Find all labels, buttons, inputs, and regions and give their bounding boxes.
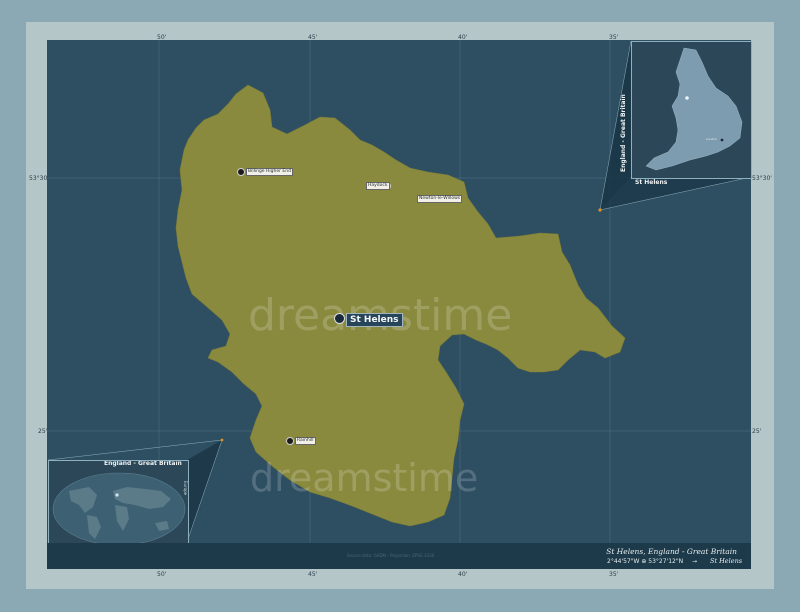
england-inset-region-label: St Helens bbox=[635, 179, 668, 186]
st-helens-location-marker bbox=[598, 208, 602, 212]
info-bar-title: St Helens, England - Great Britain bbox=[606, 547, 737, 556]
world-inset-map bbox=[52, 472, 186, 543]
town-label-rainhill: Rainhill bbox=[295, 437, 316, 445]
tick-bottom-4: 35' bbox=[609, 571, 619, 578]
main-town-dot bbox=[334, 313, 345, 324]
tick-top-2: 45' bbox=[308, 34, 318, 41]
town-label-haydock: Haydock bbox=[366, 182, 390, 190]
tick-bottom-3: 40' bbox=[458, 571, 468, 578]
tick-left-2: 25' bbox=[38, 428, 48, 435]
st-helens-region bbox=[175, 84, 626, 527]
town-label-newton: Newton-le-Willows bbox=[417, 195, 463, 203]
tick-top-4: 35' bbox=[609, 34, 619, 41]
info-bar: St Helens, England - Great Britain 2°44'… bbox=[47, 543, 751, 569]
world-inset: England - Great Britain Europe bbox=[48, 460, 189, 544]
tick-bottom-2: 45' bbox=[308, 571, 318, 578]
england-inset-city-label: London bbox=[706, 137, 717, 141]
town-dot-billinge bbox=[237, 168, 245, 176]
main-town-label: St Helens bbox=[346, 313, 403, 327]
england-inset: England - Great Britain St Helens London bbox=[620, 41, 752, 186]
globe-location-marker bbox=[220, 438, 224, 442]
england-inset-title: England - Great Britain bbox=[620, 94, 627, 172]
info-bar-source: Source data: GADM - Projection: EPSG 432… bbox=[347, 553, 435, 558]
town-dot-rainhill bbox=[286, 437, 294, 445]
world-inset-side-label: Europe bbox=[183, 481, 188, 496]
tick-left-1: 53°30' bbox=[29, 175, 49, 182]
info-bar-coords: 2°44'57"W ⊕ 53°27'12"N bbox=[607, 558, 684, 565]
england-inset-map bbox=[645, 47, 743, 171]
tick-top-1: 50' bbox=[157, 34, 167, 41]
town-label-billinge: Billinge Higher End bbox=[246, 168, 293, 176]
tick-right-1: 53°30' bbox=[752, 175, 772, 182]
tick-bottom-1: 50' bbox=[157, 571, 167, 578]
info-bar-arrow: → bbox=[692, 558, 698, 565]
map-figure: dreamstime dreamstime 50' 45' 40' 35' 50… bbox=[0, 0, 800, 612]
tick-top-3: 40' bbox=[458, 34, 468, 41]
world-inset-title: England - Great Britain bbox=[104, 460, 182, 467]
info-bar-region: St Helens bbox=[710, 557, 743, 565]
tick-right-2: 25' bbox=[752, 428, 762, 435]
